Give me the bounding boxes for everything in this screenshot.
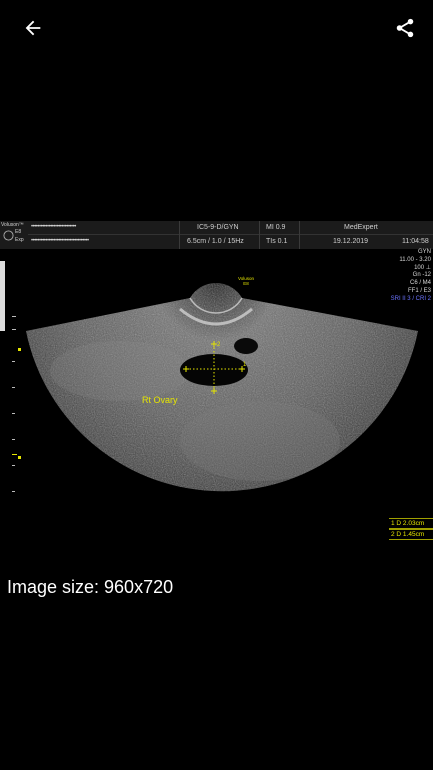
param-power: 100 ⊥ bbox=[414, 264, 431, 271]
institution-label: MedExpert bbox=[344, 224, 378, 231]
tis-value: TIs 0.1 bbox=[266, 238, 288, 245]
center-logo: Voluson E8 bbox=[238, 276, 254, 286]
param-gain: Gn -12 bbox=[412, 272, 431, 279]
param-mode: GYN bbox=[417, 249, 431, 255]
share-icon bbox=[396, 18, 414, 38]
exp-label: Exp bbox=[15, 237, 24, 243]
measurement-1: 1 D 2.03cm bbox=[389, 518, 433, 529]
arrow-left-icon bbox=[25, 20, 41, 36]
param-focus: FF1 / E3 bbox=[407, 287, 431, 294]
measurement-2: 2 D 1.45cm bbox=[389, 529, 433, 540]
ultrasound-scan: 2 1 bbox=[0, 261, 418, 492]
patient-id-masked: •••••••••••••••••••••••••••••••••••• bbox=[31, 238, 89, 244]
scan-parameters: GYN 11.00 - 3.20 100 ⊥ Gn -12 C6 / M4 FF… bbox=[391, 249, 431, 304]
param-map: C6 / M4 bbox=[409, 280, 431, 287]
exam-time: 11:04:58 bbox=[402, 238, 429, 245]
image-size-caption: Image size: 960x720 bbox=[7, 577, 174, 597]
scan-info-bar: Voluson™ E8 Exp ••••••••••••••••••••••••… bbox=[0, 221, 433, 249]
depth-info: 6.5cm / 1.0 / 15Hz bbox=[187, 238, 244, 245]
top-toolbar bbox=[0, 0, 433, 58]
ge-logo-icon bbox=[3, 230, 14, 241]
ultrasound-image[interactable]: 2 1 Voluson™ E8 Exp ••••••••••••••••••••… bbox=[0, 221, 433, 551]
center-logo-device: E8 bbox=[243, 281, 249, 286]
param-sri: SRI II 3 / CRI 2 bbox=[390, 295, 431, 302]
share-button[interactable] bbox=[389, 12, 421, 44]
probe-label: IC5-9-D/GYN bbox=[197, 224, 239, 231]
mi-value: MI 0.9 bbox=[266, 224, 286, 231]
back-button[interactable] bbox=[17, 12, 49, 44]
brand-label: Voluson™ bbox=[1, 222, 24, 228]
param-frequency: 11.00 - 3.20 bbox=[399, 256, 431, 263]
device-label: E8 bbox=[15, 229, 22, 235]
rt-ovary-annotation: Rt Ovary bbox=[142, 395, 178, 405]
exam-date: 19.12.2019 bbox=[333, 238, 369, 245]
patient-name-masked: •••••••••••••••••••••••••••• bbox=[31, 224, 76, 230]
